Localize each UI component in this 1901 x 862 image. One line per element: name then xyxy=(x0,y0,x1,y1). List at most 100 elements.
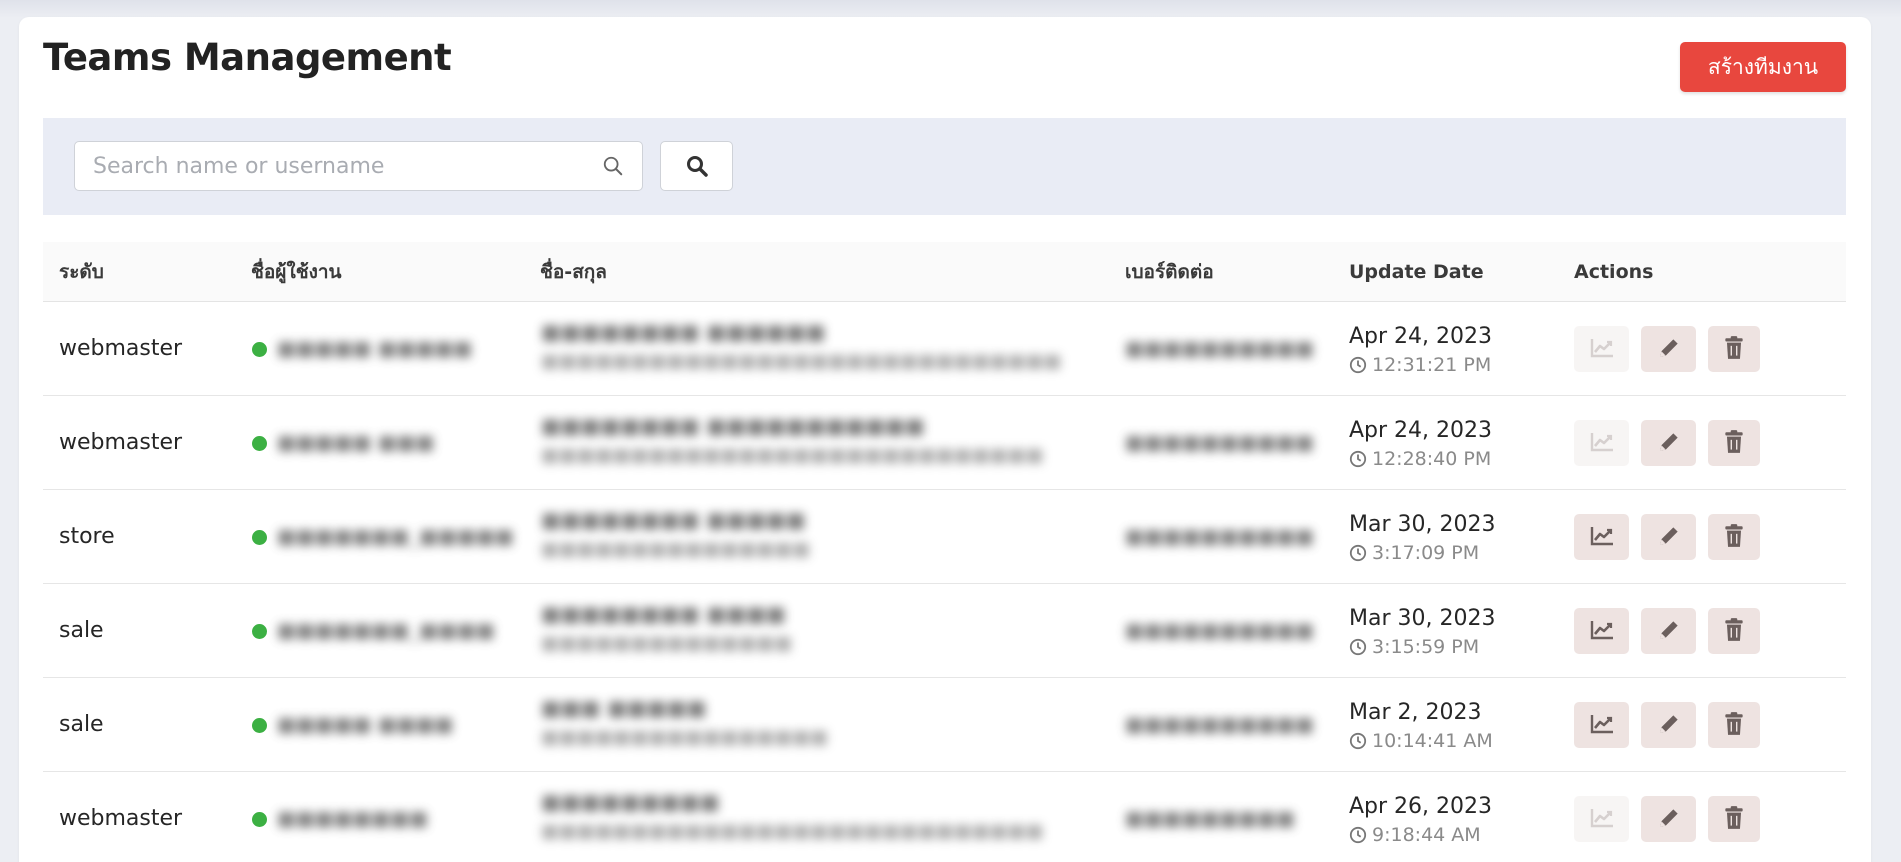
delete-button[interactable] xyxy=(1708,514,1760,560)
table-row: sale ■■■■■■■_■■■■ ■■■■■■■■ ■■■■ ■■■■■■■■… xyxy=(43,584,1846,678)
create-team-button[interactable]: สร้างทีมงาน xyxy=(1680,42,1846,92)
clock-icon xyxy=(1349,356,1367,374)
email-cell: ■■■■■■■■■■■■■■■■■■■■■■■■■■■■ xyxy=(541,820,1044,842)
update-time: 3:17:09 PM xyxy=(1349,542,1479,564)
update-time-text: 3:15:59 PM xyxy=(1372,636,1480,658)
status-dot xyxy=(252,530,267,545)
level-cell: webmaster xyxy=(59,806,183,831)
update-date: Apr 26, 2023 xyxy=(1349,794,1493,819)
top-shadow xyxy=(0,0,1901,18)
level-cell: sale xyxy=(59,712,104,737)
phone-cell: ■■■■■■■■■■ xyxy=(1125,524,1314,548)
column-header-actions: Actions xyxy=(1574,261,1654,283)
status-dot xyxy=(252,436,267,451)
delete-button[interactable] xyxy=(1708,796,1760,842)
chart-icon xyxy=(1589,619,1615,644)
chart-icon xyxy=(1589,431,1615,456)
stats-button[interactable] xyxy=(1574,796,1629,842)
trash-icon xyxy=(1723,335,1745,364)
edit-button[interactable] xyxy=(1641,702,1696,748)
page-title: Teams Management xyxy=(43,36,452,79)
chart-icon xyxy=(1589,337,1615,362)
status-dot xyxy=(252,812,267,827)
clock-icon xyxy=(1349,826,1367,844)
edit-button[interactable] xyxy=(1641,796,1696,842)
email-cell: ■■■■■■■■■■■■■■■ xyxy=(541,538,811,560)
update-time: 9:18:44 AM xyxy=(1349,824,1481,846)
column-header-level: ระดับ xyxy=(59,261,104,283)
pencil-icon xyxy=(1656,335,1682,364)
pencil-icon xyxy=(1656,429,1682,458)
phone-cell: ■■■■■■■■■■ xyxy=(1125,712,1314,736)
update-time-text: 9:18:44 AM xyxy=(1372,824,1481,846)
search-icon xyxy=(686,156,708,177)
clock-icon xyxy=(1349,732,1367,750)
pencil-icon xyxy=(1656,523,1682,552)
stats-button[interactable] xyxy=(1574,420,1629,466)
stats-button[interactable] xyxy=(1574,608,1629,654)
fullname-cell: ■■■■■■■■ ■■■■ xyxy=(541,602,786,626)
stats-button[interactable] xyxy=(1574,702,1629,748)
update-date: Mar 30, 2023 xyxy=(1349,512,1496,537)
column-header-phone: เบอร์ติดต่อ xyxy=(1125,261,1214,283)
update-time: 3:15:59 PM xyxy=(1349,636,1479,658)
delete-button[interactable] xyxy=(1708,608,1760,654)
status-dot xyxy=(252,342,267,357)
level-cell: webmaster xyxy=(59,430,183,455)
search-input[interactable] xyxy=(75,142,595,190)
search-button[interactable] xyxy=(660,141,733,191)
search-icon xyxy=(603,156,623,176)
update-time-text: 10:14:41 AM xyxy=(1372,730,1493,752)
update-date: Apr 24, 2023 xyxy=(1349,324,1493,349)
trash-icon xyxy=(1723,617,1745,646)
chart-icon xyxy=(1589,525,1615,550)
update-time-text: 3:17:09 PM xyxy=(1372,542,1480,564)
trash-icon xyxy=(1723,523,1745,552)
table-header: ระดับ ชื่อผู้ใช้งาน ชื่อ-สกุล เบอร์ติดต่… xyxy=(43,242,1846,302)
status-dot xyxy=(252,624,267,639)
username-cell: ■■■■■■■_■■■■■ xyxy=(277,524,514,548)
update-time-text: 12:28:40 PM xyxy=(1372,448,1492,470)
phone-cell: ■■■■■■■■■■ xyxy=(1125,336,1314,360)
filter-bar xyxy=(43,118,1846,215)
fullname-cell: ■■■■■■■■ ■■■■■ xyxy=(541,508,806,532)
email-cell: ■■■■■■■■■■■■■■ xyxy=(541,632,793,654)
stats-button[interactable] xyxy=(1574,326,1629,372)
fullname-cell: ■■■■■■■■■ xyxy=(541,790,720,814)
delete-button[interactable] xyxy=(1708,326,1760,372)
pencil-icon xyxy=(1656,617,1682,646)
update-time: 12:28:40 PM xyxy=(1349,448,1491,470)
stats-button[interactable] xyxy=(1574,514,1629,560)
edit-button[interactable] xyxy=(1641,514,1696,560)
update-time: 10:14:41 AM xyxy=(1349,730,1493,752)
edit-button[interactable] xyxy=(1641,326,1696,372)
table-row: webmaster ■■■■■■■■ ■■■■■■■■■ ■■■■■■■■■■■… xyxy=(43,772,1846,862)
phone-cell: ■■■■■■■■■■ xyxy=(1125,618,1314,642)
level-cell: sale xyxy=(59,618,104,643)
column-header-username: ชื่อผู้ใช้งาน xyxy=(251,261,342,283)
edit-button[interactable] xyxy=(1641,420,1696,466)
chart-icon xyxy=(1589,713,1615,738)
email-cell: ■■■■■■■■■■■■■■■■■■■■■■■■■■■■ xyxy=(541,444,1044,466)
username-cell: ■■■■■■■_■■■■ xyxy=(277,618,495,642)
level-cell: store xyxy=(59,524,115,549)
table-row: sale ■■■■■ ■■■■ ■■■ ■■■■■ ■■■■■■■■■■■■■■… xyxy=(43,678,1846,772)
fullname-cell: ■■■ ■■■■■ xyxy=(541,696,707,720)
status-dot xyxy=(252,718,267,733)
delete-button[interactable] xyxy=(1708,702,1760,748)
pencil-icon xyxy=(1656,805,1682,834)
phone-cell: ■■■■■■■■■ xyxy=(1125,806,1296,830)
level-cell: webmaster xyxy=(59,336,183,361)
trash-icon xyxy=(1723,429,1745,458)
search-field xyxy=(74,141,643,191)
delete-button[interactable] xyxy=(1708,420,1760,466)
edit-button[interactable] xyxy=(1641,608,1696,654)
clock-icon xyxy=(1349,544,1367,562)
table-row: webmaster ■■■■■ ■■■ ■■■■■■■■ ■■■■■■■■■■■… xyxy=(43,396,1846,490)
column-header-update-date: Update Date xyxy=(1349,261,1484,283)
fullname-cell: ■■■■■■■■ ■■■■■■■■■■■ xyxy=(541,414,925,438)
update-date: Apr 24, 2023 xyxy=(1349,418,1493,443)
column-header-fullname: ชื่อ-สกุล xyxy=(540,261,607,283)
trash-icon xyxy=(1723,711,1745,740)
phone-cell: ■■■■■■■■■■ xyxy=(1125,430,1314,454)
